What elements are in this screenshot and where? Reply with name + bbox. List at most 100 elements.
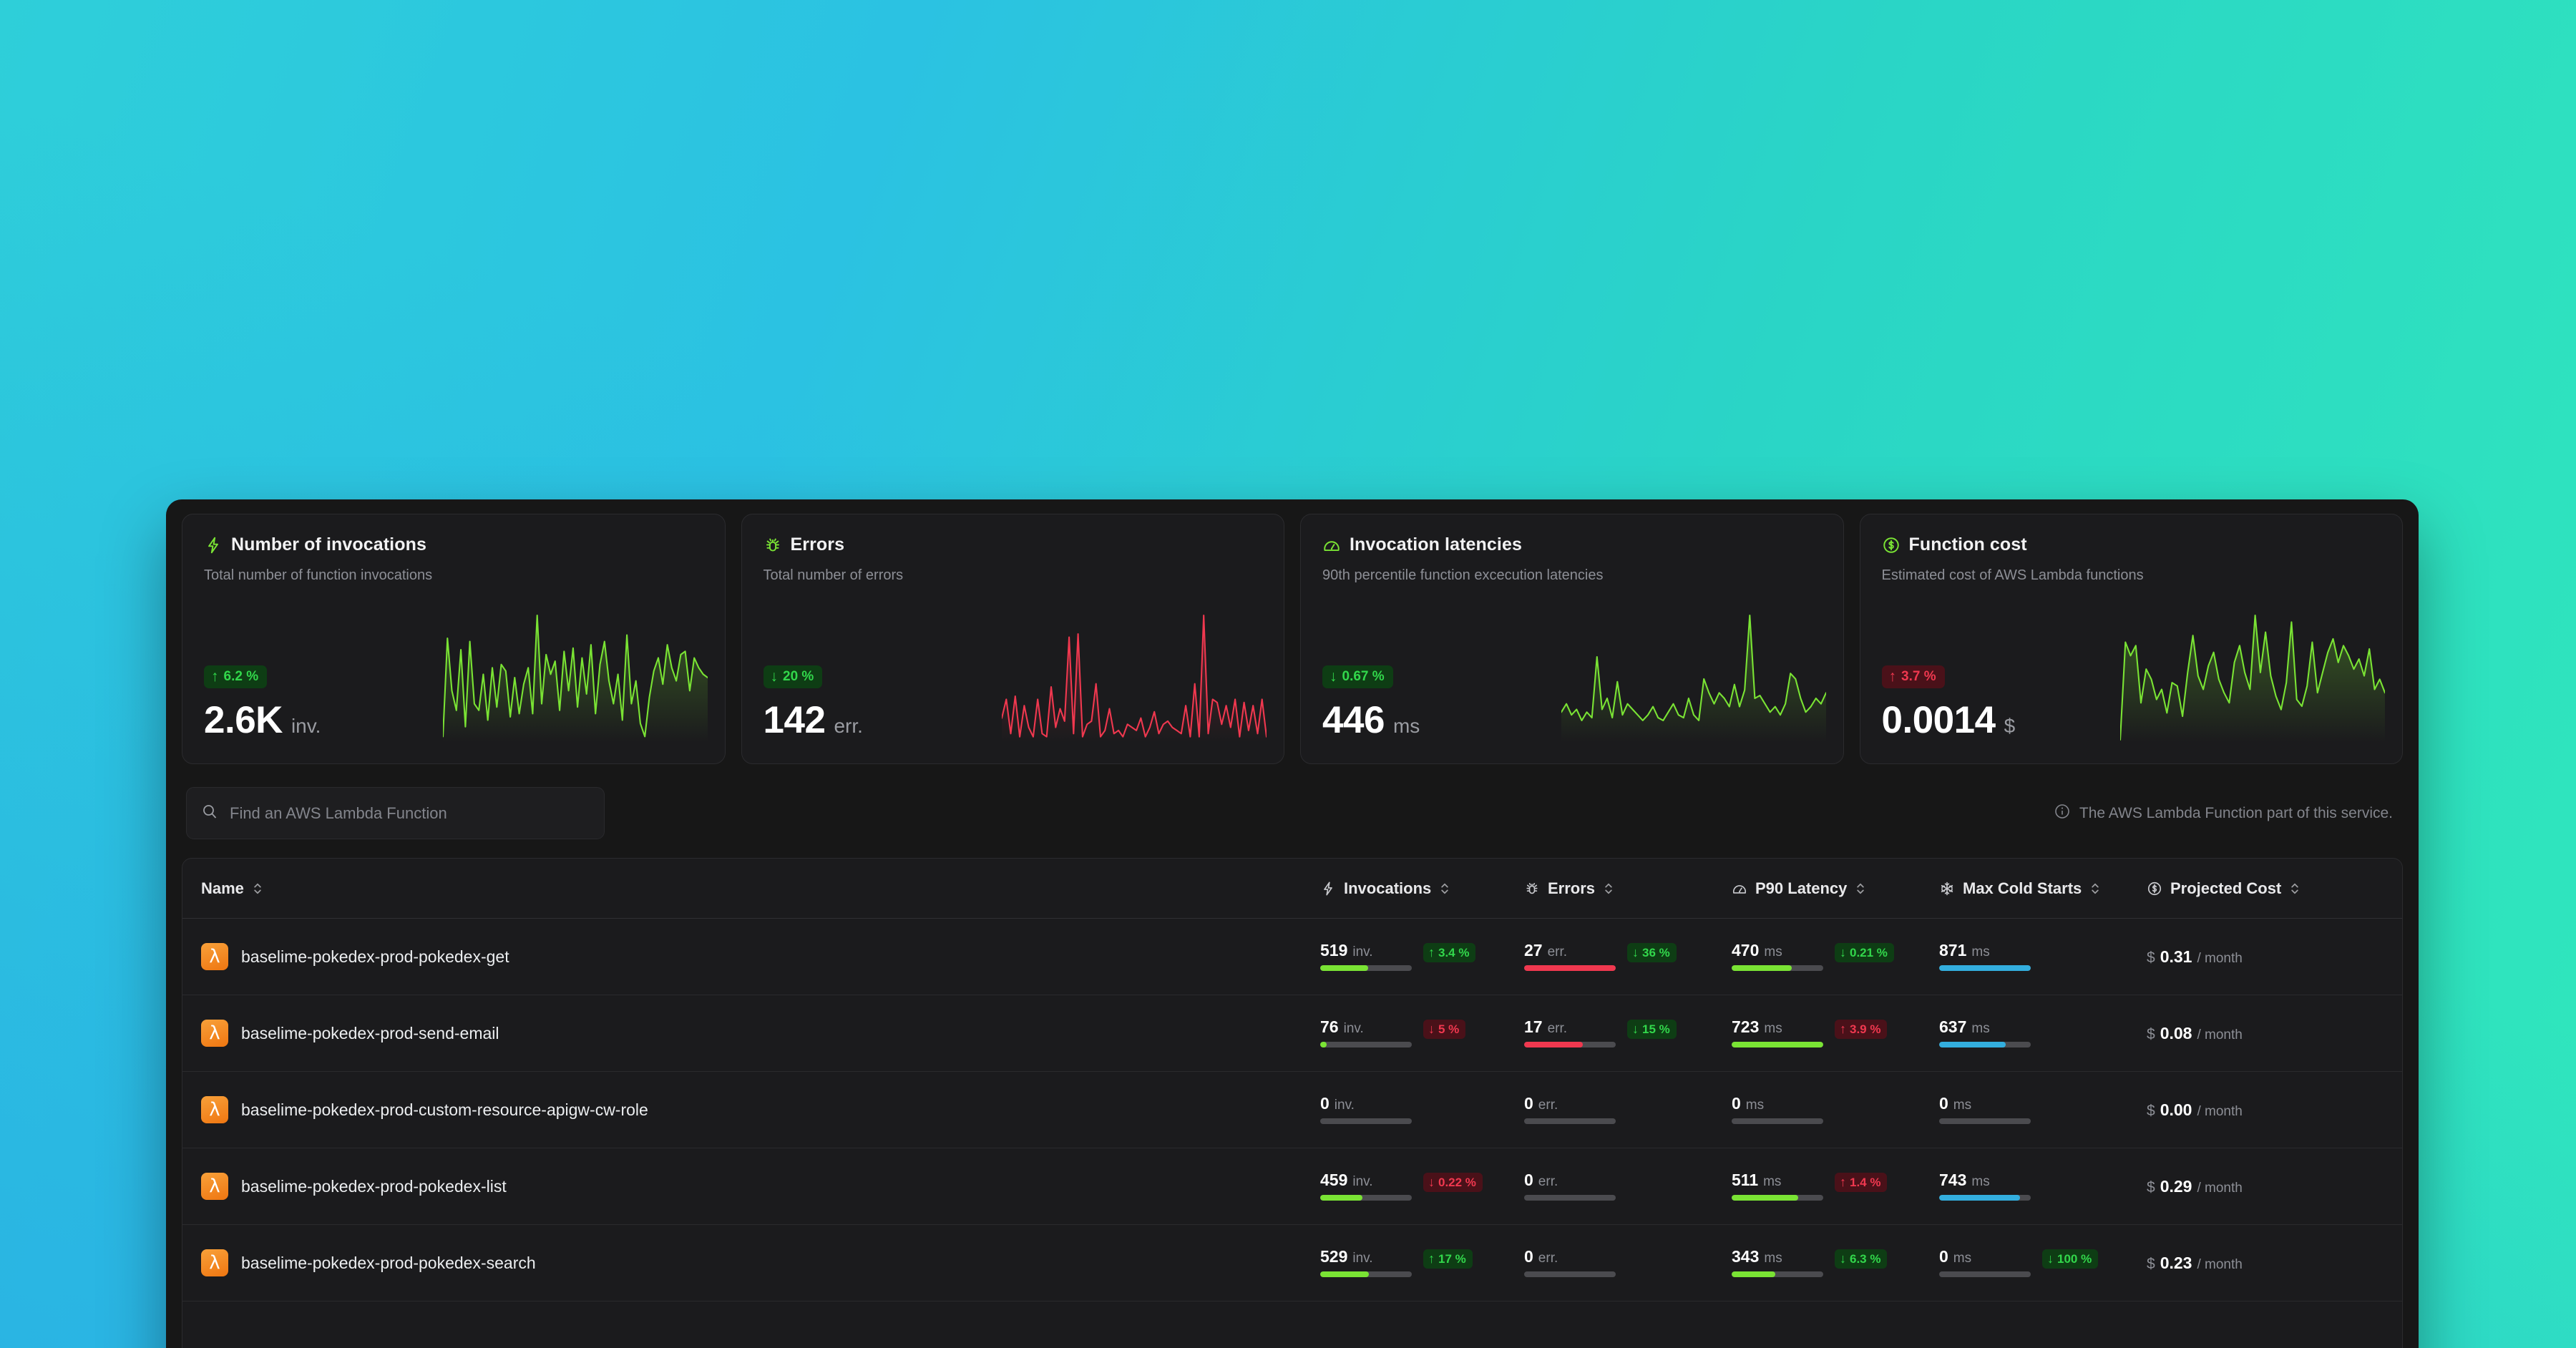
metric-value: 142 [763, 699, 826, 741]
table-column-projected-cost[interactable]: Projected Cost [2147, 879, 2402, 898]
cell-value: 17 [1524, 1017, 1543, 1036]
table-cell: 0 ms [1732, 1095, 1939, 1124]
metric-with-bar: 871 ms [1939, 942, 2031, 971]
metric-with-bar: 27 err. [1524, 942, 1616, 971]
table-column-p90-latency[interactable]: P90 Latency [1732, 879, 1939, 898]
table-row[interactable]: λ baselime-pokedex-prod-send-email 76 in… [182, 995, 2402, 1072]
sort-toggle-icon[interactable] [2089, 881, 2101, 897]
arrow-up-icon: ↑ [1840, 1022, 1846, 1036]
cell-value-group: 0 ms [1939, 1095, 2031, 1113]
metric-unit: ms [1392, 715, 1420, 737]
table-column-header[interactable]: Invocations [1320, 879, 1524, 898]
table-row[interactable] [182, 1301, 2402, 1348]
table-row[interactable]: λ baselime-pokedex-prod-custom-resource-… [182, 1072, 2402, 1148]
table-cell-name[interactable]: λ baselime-pokedex-prod-pokedex-search [182, 1249, 1320, 1276]
cell-delta-value: 15 % [1642, 1022, 1670, 1036]
aws-lambda-icon: λ [201, 1249, 228, 1276]
arrow-down-icon: ↓ [1330, 668, 1337, 685]
table-column-label: Invocations [1344, 879, 1432, 897]
cell-unit: err. [1547, 1021, 1568, 1036]
cell-delta-badge: ↑ 1.4 % [1835, 1173, 1888, 1192]
cell-value-group: 511 ms [1732, 1172, 1823, 1189]
table-column-invocations[interactable]: Invocations [1320, 879, 1524, 898]
cell-value: 459 [1320, 1171, 1348, 1189]
cell-unit: ms [1764, 944, 1782, 959]
table-cell: 0 err. [1524, 1172, 1732, 1201]
table-cell: 0 inv. [1320, 1095, 1524, 1124]
cell-value-group: 637 ms [1939, 1019, 2031, 1036]
search-input[interactable] [230, 804, 590, 823]
table-column-max-cold-starts[interactable]: Max Cold Starts [1939, 879, 2147, 898]
cost-currency: $ [2147, 1102, 2155, 1119]
arrow-up-icon: ↑ [1888, 668, 1897, 685]
cell-value: 0 [1732, 1094, 1741, 1113]
progress-bar [1320, 1118, 1412, 1124]
table-column-header[interactable]: Max Cold Starts [1939, 879, 2147, 898]
cell-value: 0 [1939, 1247, 1948, 1266]
table-cell-name[interactable]: λ baselime-pokedex-prod-custom-resource-… [182, 1096, 1320, 1123]
table-column-header[interactable]: Name [201, 879, 263, 898]
cell-delta-badge: ↑ 3.4 % [1423, 943, 1476, 962]
sort-toggle-icon[interactable] [1439, 881, 1450, 897]
cell-delta-badge: ↓ 15 % [1627, 1020, 1677, 1039]
cell-delta-badge: ↓ 0.22 % [1423, 1173, 1483, 1192]
metric-with-bar: 0 ms [1732, 1095, 1823, 1124]
sort-toggle-icon[interactable] [1855, 881, 1866, 897]
arrow-down-icon: ↓ [770, 668, 779, 685]
table-column-header[interactable]: P90 Latency [1732, 879, 1939, 898]
cell-value: 27 [1524, 941, 1543, 959]
table-cell-name[interactable]: λ baselime-pokedex-prod-pokedex-get [182, 943, 1320, 970]
metric-card-header: Invocation latencies [1322, 534, 1822, 555]
function-name: baselime-pokedex-prod-pokedex-get [241, 947, 509, 966]
lightning-bolt-icon [204, 536, 223, 555]
cell-delta-badge: ↓ 36 % [1627, 943, 1677, 962]
sort-toggle-icon[interactable] [2289, 881, 2301, 897]
metric-card[interactable]: Function cost Estimated cost of AWS Lamb… [1859, 514, 2403, 764]
arrow-up-icon: ↑ [1428, 945, 1435, 959]
metric-card-body: ↑ 6.2 % 2.6K inv. [204, 613, 708, 742]
metric-group: 0 err. [1524, 1249, 1732, 1277]
table-column-errors[interactable]: Errors [1524, 879, 1732, 898]
search-box[interactable] [186, 787, 605, 839]
metric-group: 0 ms [1732, 1095, 1939, 1124]
arrow-up-icon: ↑ [1428, 1251, 1435, 1266]
cell-unit: ms [1745, 1098, 1765, 1113]
metric-value-group: 0.0014 $ [1882, 698, 2016, 742]
table-column-name[interactable]: Name [182, 879, 1320, 898]
metric-delta-value: 0.67 % [1342, 669, 1385, 684]
arrow-down-icon: ↓ [1632, 1022, 1639, 1036]
table-column-header[interactable]: Errors [1524, 879, 1732, 898]
metric-card[interactable]: Errors Total number of errors ↓ 20 % 142… [741, 514, 1284, 764]
metric-delta-badge: ↑ 6.2 % [204, 665, 268, 688]
sort-toggle-icon[interactable] [1603, 881, 1614, 897]
table-column-header[interactable]: Projected Cost [2147, 879, 2402, 898]
table-cell-name[interactable]: λ baselime-pokedex-prod-pokedex-list [182, 1173, 1320, 1200]
metric-group: 17 err. ↓ 15 % [1524, 1019, 1732, 1047]
metric-delta-value: 3.7 % [1901, 669, 1936, 684]
metric-delta-value: 20 % [783, 669, 814, 684]
cell-value: 0 [1320, 1094, 1330, 1113]
metric-card-title: Function cost [1908, 534, 2027, 555]
metric-group: 0 ms [1939, 1095, 2147, 1124]
cell-value: 343 [1732, 1247, 1760, 1266]
table-cell-name[interactable]: λ baselime-pokedex-prod-send-email [182, 1020, 1320, 1047]
cell-delta-badge: ↓ 5 % [1423, 1020, 1466, 1039]
table-cell-cost: $ 0.23 / month [2147, 1254, 2402, 1273]
table-row[interactable]: λ baselime-pokedex-prod-pokedex-list 459… [182, 1148, 2402, 1225]
metric-unit: inv. [291, 715, 321, 737]
lightning-bolt-icon [1320, 881, 1336, 897]
metric-card[interactable]: Invocation latencies 90th percentile fun… [1300, 514, 1844, 764]
cell-delta-value: 5 % [1438, 1022, 1460, 1036]
metric-card-values: ↓ 0.67 % 446 ms [1322, 665, 1420, 742]
cell-value-group: 27 err. [1524, 942, 1616, 959]
cell-delta-value: 3.9 % [1850, 1022, 1881, 1036]
metric-card[interactable]: Number of invocations Total number of fu… [182, 514, 726, 764]
metric-with-bar: 76 inv. [1320, 1019, 1412, 1047]
table-column-label: Max Cold Starts [1963, 879, 2082, 897]
arrow-down-icon: ↓ [1428, 1022, 1435, 1036]
sort-toggle-icon[interactable] [252, 881, 263, 897]
function-name: baselime-pokedex-prod-send-email [241, 1023, 499, 1042]
cost-amount: 0.29 [2160, 1176, 2192, 1196]
table-row[interactable]: λ baselime-pokedex-prod-pokedex-search 5… [182, 1225, 2402, 1301]
table-row[interactable]: λ baselime-pokedex-prod-pokedex-get 519 … [182, 919, 2402, 995]
